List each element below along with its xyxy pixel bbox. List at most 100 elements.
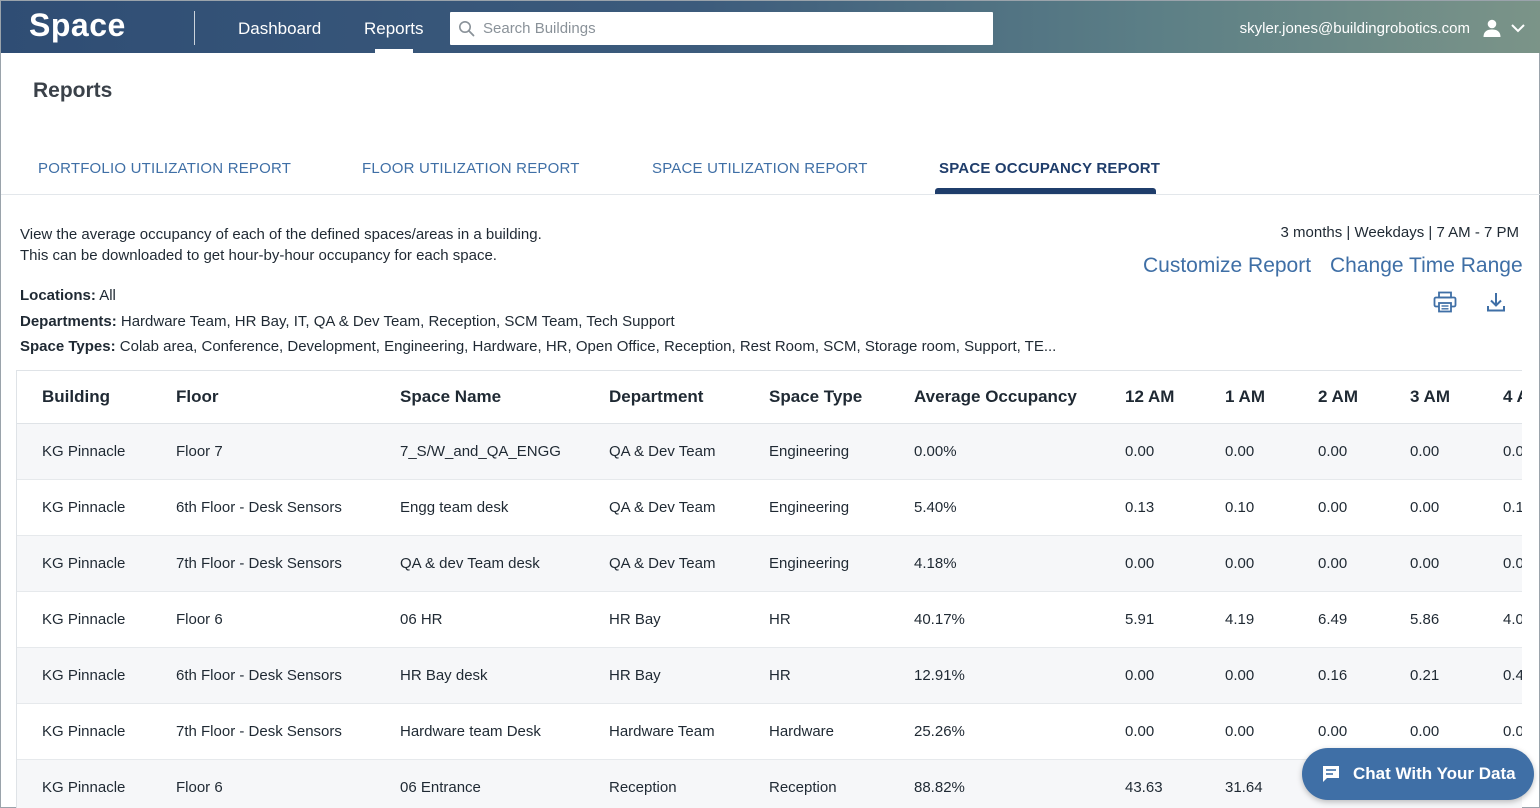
table-cell: 06 Entrance [375,759,584,808]
table-cell: QA & dev Team desk [375,535,584,592]
table-cell: 0.21 [1385,647,1478,704]
table-cell: 0.00% [889,423,1100,480]
nav-reports[interactable]: Reports [364,19,424,39]
chat-with-your-data-button[interactable]: Chat With Your Data [1302,748,1534,800]
table-cell: 31.64 [1200,759,1293,808]
table-row[interactable]: KG Pinnacle 6th Floor - Desk Sensors HR Ba… [17,647,1522,704]
table-cell: 43.63 [1100,759,1200,808]
table-cell: 0.00 [1100,423,1200,480]
table-cell: KG Pinnacle [17,591,151,648]
table-cell: Hardware [744,703,889,760]
table-header-row: Building Floor Space Name Department Spa… [17,371,1522,424]
download-icon[interactable] [1486,291,1506,313]
table-cell: QA & Dev Team [584,535,744,592]
app-logo[interactable]: Space [29,7,126,44]
table-cell: 0.00 [1200,535,1293,592]
space-types-label: Space Types: [20,338,116,355]
user-icon[interactable] [1482,18,1502,38]
occupancy-table-container[interactable]: Building Floor Space Name Department Spa… [16,370,1522,808]
table-row[interactable]: KG Pinnacle 6th Floor - Desk Sensors Engg … [17,479,1522,536]
table-cell: KG Pinnacle [17,703,151,760]
table-cell: 0.10 [1478,479,1522,536]
column-header[interactable]: 3 AM [1385,371,1478,424]
departments-label: Departments: [20,312,117,330]
table-cell: 0.10 [1200,479,1293,536]
table-row[interactable]: KG Pinnacle Floor 7 7_S/W_and_QA_ENGG QA & … [17,423,1522,480]
nav-dashboard[interactable]: Dashboard [238,19,321,39]
table-cell: HR Bay [584,647,744,704]
print-icon[interactable] [1433,291,1457,313]
nav-active-indicator [375,49,413,53]
chevron-down-icon[interactable] [1510,22,1526,34]
table-cell: 0.16 [1293,647,1385,704]
column-header[interactable]: Department [584,371,744,424]
search-box [450,12,993,45]
table-cell: QA & Dev Team [584,479,744,536]
description-line-1: View the average occupancy of each of th… [20,226,542,243]
column-header[interactable]: 12 AM [1100,371,1200,424]
table-cell: 5.86 [1385,591,1478,648]
table-cell: Reception [744,759,889,808]
table-cell: 4.18% [889,535,1100,592]
table-cell: 7th Floor - Desk Sensors [151,703,375,760]
table-cell: HR Bay desk [375,647,584,704]
table-cell: HR [744,647,889,704]
search-icon [459,21,475,37]
report-filters: Locations: All Departments: Hardware Tea… [20,283,1056,360]
table-cell: 6th Floor - Desk Sensors [151,479,375,536]
column-header[interactable]: 2 AM [1293,371,1385,424]
column-header[interactable]: Building [17,371,151,424]
table-cell: Hardware Team [584,703,744,760]
table-cell: 5.40% [889,479,1100,536]
header-divider [194,11,195,45]
table-cell: 4.19 [1200,591,1293,648]
table-cell: 0.00 [1100,703,1200,760]
change-time-range-button[interactable]: Change Time Range [1330,254,1523,278]
locations-label: Locations: [20,287,96,304]
table-cell: Reception [584,759,744,808]
departments-value: Hardware Team, HR Bay, IT, QA & Dev Team… [120,312,675,330]
occupancy-table: Building Floor Space Name Department Spa… [17,371,1522,808]
active-tab-indicator [935,188,1156,194]
table-cell: 0.13 [1100,479,1200,536]
table-cell: 88.82% [889,759,1100,808]
customize-report-button[interactable]: Customize Report [1143,254,1311,278]
report-tabs: PORTFOLIO UTILIZATION REPORT FLOOR UTILI… [1,151,1540,195]
table-row[interactable]: KG Pinnacle 7th Floor - Desk Sensors QA & … [17,535,1522,592]
table-row[interactable]: KG Pinnacle 7th Floor - Desk Sensors Hardw… [17,703,1522,760]
column-header[interactable]: Space Type [744,371,889,424]
page-title: Reports [33,79,113,102]
chat-icon [1323,766,1339,782]
user-email[interactable]: skyler.jones@buildingrobotics.com [1240,20,1470,37]
column-header[interactable]: Floor [151,371,375,424]
column-header[interactable]: 4 AM [1478,371,1522,424]
filter-space-types: Space Types: Colab area, Conference, Dev… [20,334,1056,360]
column-header[interactable]: 1 AM [1200,371,1293,424]
column-header[interactable]: Average Occupancy [889,371,1100,424]
table-cell: KG Pinnacle [17,535,151,592]
tab-portfolio-utilization[interactable]: PORTFOLIO UTILIZATION REPORT [38,160,291,177]
table-cell: KG Pinnacle [17,647,151,704]
column-header[interactable]: Space Name [375,371,584,424]
table-cell: HR [744,591,889,648]
table-cell: KG Pinnacle [17,479,151,536]
table-cell: 0.00 [1385,423,1478,480]
table-cell: KG Pinnacle [17,759,151,808]
table-cell: 0.00 [1200,647,1293,704]
table-cell: Hardware team Desk [375,703,584,760]
filter-departments: Departments: Hardware Team, HR Bay, IT, … [20,309,1056,335]
table-cell: 0.00 [1100,535,1200,592]
table-body: KG Pinnacle Floor 7 7_S/W_and_QA_ENGG QA & … [17,423,1522,808]
table-cell: 40.17% [889,591,1100,648]
table-cell: 25.26% [889,703,1100,760]
table-row[interactable]: KG Pinnacle Floor 6 06 HR HR Bay HR 40.17% 5.9… [17,591,1522,648]
table-cell: QA & Dev Team [584,423,744,480]
search-input[interactable] [483,12,983,45]
table-cell: 0.00 [1385,479,1478,536]
tab-space-occupancy[interactable]: SPACE OCCUPANCY REPORT [939,160,1160,177]
table-cell: HR Bay [584,591,744,648]
table-cell: 6th Floor - Desk Sensors [151,647,375,704]
table-row[interactable]: KG Pinnacle Floor 6 06 Entrance Reception Re… [17,759,1522,808]
tab-space-utilization[interactable]: SPACE UTILIZATION REPORT [652,160,868,177]
tab-floor-utilization[interactable]: FLOOR UTILIZATION REPORT [362,160,580,177]
